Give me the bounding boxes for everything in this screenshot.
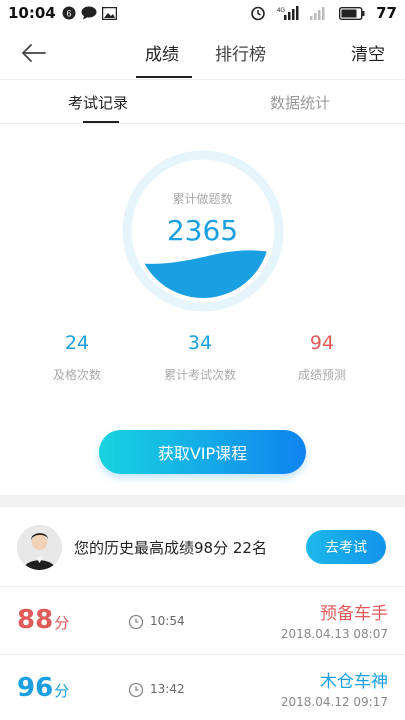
gauge-value: 2365 [166,214,239,247]
alarm-icon [250,5,266,21]
stat-label: 及格次数 [52,368,101,382]
record-score: 88分 [17,605,70,635]
svg-text:4G: 4G [277,8,285,14]
record-title: 预备车手 [320,604,388,624]
tab-data-stats[interactable]: 数据统计 [270,92,330,113]
battery-icon [339,6,365,20]
signal-icon [310,6,328,20]
get-vip-course-button[interactable]: 获取VIP课程 [99,430,306,474]
gauge-label: 累计做题数 [172,192,233,206]
arrow-left-icon [22,44,46,62]
active-tab-indicator [136,76,192,78]
record-title: 木仓车神 [320,672,388,692]
history-best-section: 您的历史最高成绩98分 22名 去考试 [0,507,405,587]
record-date: 2018.04.12 09:17 [280,695,388,709]
record-score: 96分 [17,673,70,703]
battery-level: 77 [376,4,397,22]
clock-icon [128,614,144,630]
history-best-text: 您的历史最高成绩98分 22名 [74,539,267,557]
section-divider [0,495,405,507]
stat-exam-count: 34 累计考试次数 [140,330,260,383]
take-exam-button[interactable]: 去考试 [306,530,386,564]
stat-value: 34 [187,332,213,354]
stat-value: 94 [309,332,335,354]
stat-label: 累计考试次数 [163,368,236,382]
chat-icon [81,6,97,20]
stat-pass-count: 24 及格次数 [17,330,137,383]
nav-bar: 成绩 排行榜 清空 [0,26,405,80]
tab-exam-records[interactable]: 考试记录 [68,92,128,113]
status-time: 10:04 [8,4,56,22]
notification-app-icon: 6 [62,6,76,20]
stat-label: 成绩预测 [297,368,346,382]
list-item[interactable]: 88分 10:54 预备车手 2018.04.13 08:07 [0,587,405,655]
svg-text:6: 6 [66,9,71,19]
clock-icon [128,682,144,698]
avatar [17,525,62,570]
sub-tabs: 考试记录 数据统计 [0,80,405,124]
record-date: 2018.04.13 08:07 [280,627,388,641]
signal-4g-icon: 4G [277,6,299,20]
tab-leaderboard[interactable]: 排行榜 [215,40,266,65]
status-bar: 10:04 6 4G 77 [0,0,405,26]
tab-score[interactable]: 成绩 [145,40,179,65]
sub-tab-indicator [83,121,119,123]
clear-button[interactable]: 清空 [351,40,385,65]
list-item[interactable]: 96分 13:42 木仓车神 2018.04.12 09:17 [0,655,405,720]
image-icon [101,6,117,20]
back-button[interactable] [18,39,48,67]
stat-score-prediction: 94 成绩预测 [262,330,382,383]
record-time: 13:42 [150,682,185,696]
stat-value: 24 [64,332,90,354]
record-time: 10:54 [150,614,185,628]
